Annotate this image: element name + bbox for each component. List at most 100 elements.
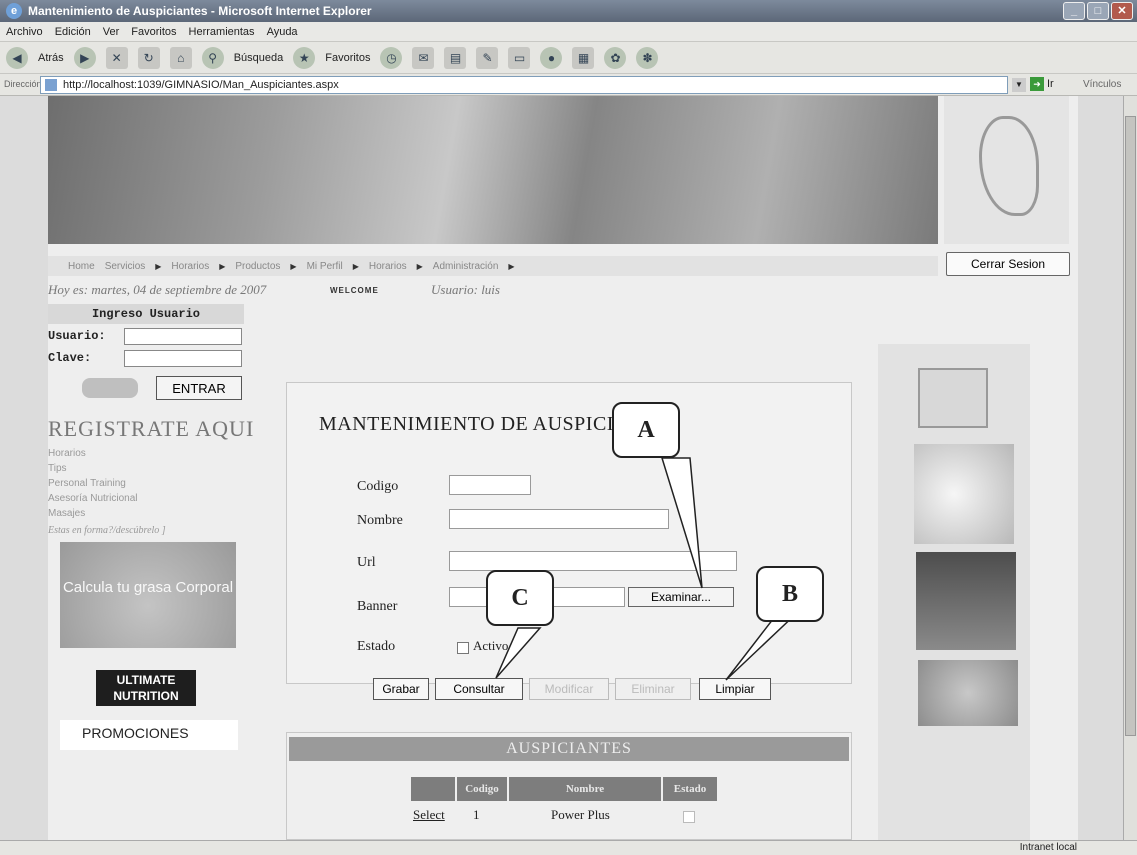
window-title: Mantenimiento de Auspiciantes - Microsof…	[28, 4, 372, 18]
nombre-label: Nombre	[357, 513, 403, 528]
menu-favoritos[interactable]: Favoritos	[131, 22, 176, 41]
go-arrow-icon: ➜	[1030, 77, 1044, 91]
media-icon[interactable]: ●	[540, 46, 563, 69]
url-input[interactable]	[449, 551, 737, 571]
password-label: Clave:	[48, 351, 92, 365]
menu-ayuda[interactable]: Ayuda	[267, 22, 298, 41]
grapes-ad-image[interactable]	[914, 444, 1014, 544]
close-button[interactable]: ✕	[1111, 2, 1133, 20]
menu-edicion[interactable]: Edición	[55, 22, 91, 41]
codigo-label: Codigo	[357, 479, 399, 494]
favorites-star-icon[interactable]: ★	[293, 46, 316, 69]
mail-icon[interactable]: ✉	[412, 46, 435, 69]
edit-icon[interactable]: ✎	[476, 46, 499, 69]
callout-c: C	[486, 570, 554, 626]
back-button-label[interactable]: Atrás	[38, 52, 64, 64]
stop-icon[interactable]: ✕	[105, 46, 128, 69]
menu-bar: Archivo Edición Ver Favoritos Herramient…	[0, 22, 1137, 42]
print-icon[interactable]: ▤	[444, 46, 467, 69]
ultimate-nutrition-logo[interactable]: ULTIMATE NUTRITION	[96, 670, 196, 706]
nav-arrow-icon: ▶	[508, 261, 515, 271]
sponsors-form: MANTENIMIENTO DE AUSPICIANTES Codigo Nom…	[286, 382, 852, 684]
messenger-icon[interactable]: ✿	[604, 46, 627, 69]
welcome-label: WELCOME	[330, 286, 379, 295]
address-dropdown-icon[interactable]: ▼	[1012, 78, 1026, 92]
messenger-alt-icon[interactable]: ✽	[636, 46, 659, 69]
menu-ver[interactable]: Ver	[103, 22, 120, 41]
callout-a: A	[612, 402, 680, 458]
menu-herramientas[interactable]: Herramientas	[189, 22, 255, 41]
discuss-icon[interactable]: ▭	[508, 46, 531, 69]
nav-mi-perfil[interactable]: Mi Perfil	[307, 261, 343, 272]
grid-select-link[interactable]: Select	[413, 805, 445, 825]
browse-button[interactable]: Examinar...	[628, 587, 734, 607]
window-controls: _ □ ✕	[1063, 2, 1133, 20]
password-input[interactable]	[124, 350, 242, 367]
right-sidebar	[878, 344, 1030, 840]
link-horarios[interactable]: Horarios	[48, 446, 258, 461]
banner-label: Banner	[357, 599, 398, 614]
grid-cell-codigo: 1	[473, 807, 480, 822]
limpiar-button[interactable]: Limpiar	[699, 678, 771, 700]
link-tips[interactable]: Tips	[48, 461, 258, 476]
links-label[interactable]: Vínculos	[1083, 79, 1121, 90]
grid-header-blank	[411, 777, 455, 801]
eliminar-button[interactable]: Eliminar	[615, 678, 691, 700]
nav-horarios[interactable]: Horarios	[171, 261, 209, 272]
register-link[interactable]: REGISTRATE AQUI	[48, 416, 258, 442]
address-input[interactable]: http://localhost:1039/GIMNASIO/Man_Auspi…	[40, 76, 1008, 94]
link-asesoria[interactable]: Asesoría Nutricional	[48, 491, 258, 506]
user-input[interactable]	[124, 328, 242, 345]
consultar-button[interactable]: Consultar	[435, 678, 523, 700]
browser-toolbar: ◀ Atrás ▶ ✕ ↻ ⌂ ⚲ Búsqueda ★ Favoritos ◷…	[0, 42, 1137, 74]
search-icon[interactable]: ⚲	[201, 46, 224, 69]
site-navbar: Home Servicios ▶ Horarios ▶ Productos ▶ …	[48, 256, 938, 276]
address-label: Dirección	[4, 79, 42, 89]
activo-checkbox[interactable]	[457, 642, 469, 654]
research-icon[interactable]: ▦	[572, 46, 595, 69]
nav-arrow-icon: ▶	[352, 261, 359, 271]
enter-button[interactable]: ENTRAR	[156, 376, 242, 400]
nombre-input[interactable]	[449, 509, 669, 529]
nav-productos[interactable]: Productos	[235, 261, 280, 272]
back-arrow-icon[interactable]: ◀	[6, 46, 28, 69]
cyclist-figure	[979, 116, 1039, 216]
status-bar: Intranet local	[0, 840, 1137, 855]
estado-label: Estado	[357, 639, 396, 654]
nav-horarios-2[interactable]: Horarios	[369, 261, 407, 272]
fitness-note[interactable]: Estas en forma?/descúbrelo ]	[48, 525, 258, 536]
body-fat-calculator-image[interactable]: Calcula tu grasa Corporal	[60, 542, 236, 648]
vegetables-ad-image[interactable]	[918, 660, 1018, 726]
browser-viewport: Home Servicios ▶ Horarios ▶ Productos ▶ …	[0, 96, 1123, 840]
vertical-scrollbar[interactable]	[1123, 96, 1137, 840]
refresh-icon[interactable]: ↻	[137, 46, 160, 69]
faded-login-image	[82, 378, 138, 398]
login-buttons: ENTRAR	[48, 374, 258, 404]
creatine-ad-image[interactable]	[916, 552, 1016, 650]
go-button[interactable]: ➜ Ir	[1030, 77, 1054, 91]
logout-button[interactable]: Cerrar Sesion	[946, 252, 1070, 276]
nav-arrow-icon: ▶	[416, 261, 423, 271]
favorites-button-label[interactable]: Favoritos	[325, 52, 370, 64]
grid-header-estado: Estado	[663, 777, 717, 801]
link-personal-training[interactable]: Personal Training	[48, 476, 258, 491]
modificar-button[interactable]: Modificar	[529, 678, 609, 700]
grabar-button[interactable]: Grabar	[373, 678, 429, 700]
promotions-banner[interactable]: PROMOCIONES	[60, 720, 238, 750]
search-button-label[interactable]: Búsqueda	[234, 52, 284, 64]
nav-home[interactable]: Home	[68, 261, 95, 272]
minimize-button[interactable]: _	[1063, 2, 1085, 20]
nav-servicios[interactable]: Servicios	[105, 261, 146, 272]
home-icon[interactable]: ⌂	[169, 46, 192, 69]
nav-administracion[interactable]: Administración	[433, 261, 499, 272]
scrollbar-thumb[interactable]	[1125, 116, 1136, 736]
codigo-input[interactable]	[449, 475, 531, 495]
nav-arrow-icon: ▶	[155, 261, 162, 271]
forward-arrow-icon[interactable]: ▶	[73, 46, 96, 69]
left-sidebar: Ingreso Usuario Usuario: Clave: ENTRAR R…	[48, 304, 258, 840]
page-icon	[45, 79, 57, 91]
menu-archivo[interactable]: Archivo	[6, 22, 43, 41]
link-masajes[interactable]: Masajes	[48, 506, 258, 521]
history-icon[interactable]: ◷	[380, 46, 403, 69]
maximize-button[interactable]: □	[1087, 2, 1109, 20]
